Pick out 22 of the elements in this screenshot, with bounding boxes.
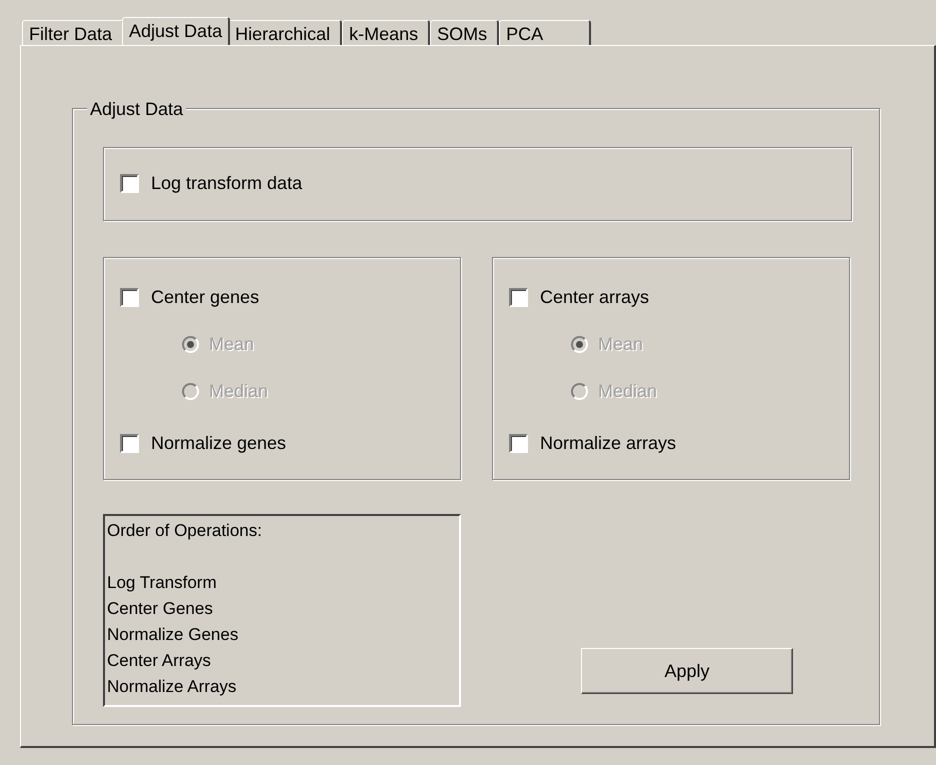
checkbox-label: Log transform data (151, 172, 302, 195)
tab[interactable]: Adjust Data (122, 17, 230, 45)
checkbox[interactable] (120, 434, 139, 452)
order-step: Center Genes (107, 596, 459, 622)
checkbox-label: Center arrays (540, 286, 650, 309)
order-step: Normalize Genes (107, 622, 459, 648)
checkbox[interactable] (120, 288, 139, 306)
checkbox-label: Center genes (151, 286, 260, 309)
tab[interactable]: Hierarchical (228, 20, 342, 45)
apply-button[interactable]: Apply (581, 648, 793, 694)
checkbox[interactable] (120, 174, 139, 192)
order-step: Center Arrays (107, 648, 459, 674)
checkbox[interactable] (509, 288, 528, 306)
order-step: Log Transform (107, 570, 459, 596)
tab[interactable]: SOMs (430, 20, 500, 45)
checkbox-label: Normalize genes (151, 432, 286, 455)
checkbox-label: Normalize arrays (540, 432, 676, 455)
order-title: Order of Operations: (107, 520, 263, 542)
tab[interactable]: PCA (499, 20, 592, 45)
checkbox[interactable] (509, 434, 528, 452)
order-step: Normalize Arrays (107, 674, 459, 700)
tab[interactable]: k-Means (342, 20, 430, 45)
